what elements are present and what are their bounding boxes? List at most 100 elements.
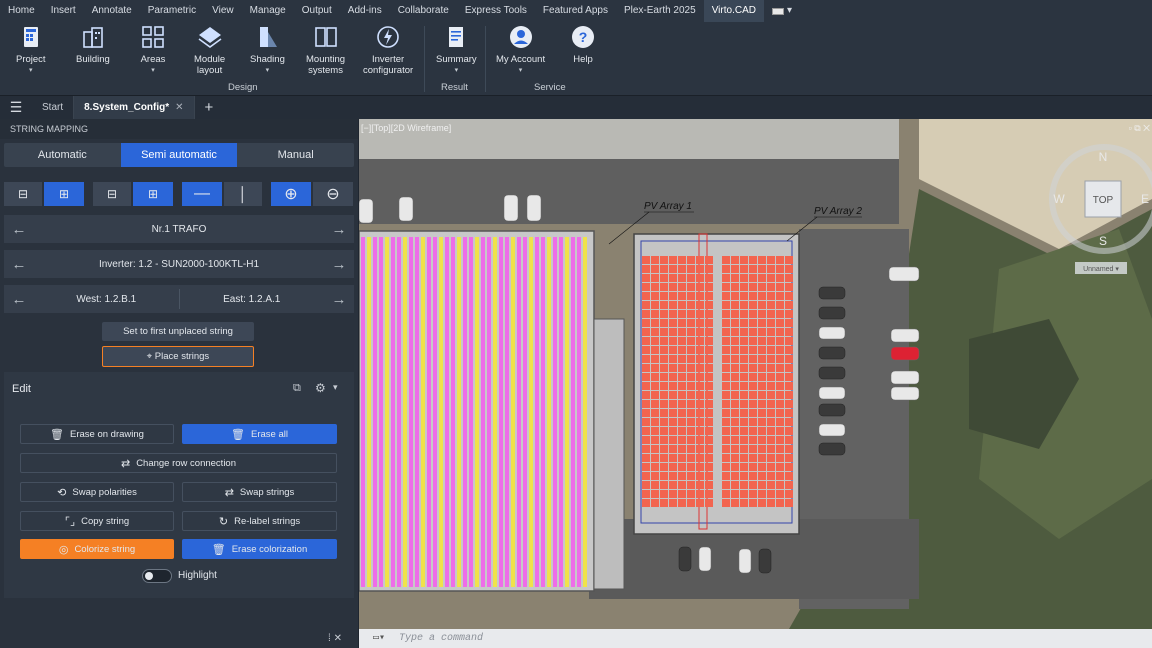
chevron-down-icon[interactable]: ▾ [333,382,338,393]
row-horizontal-right-icon[interactable]: ⊞ [44,182,84,206]
shading-button[interactable]: Shading ▾ [250,24,285,76]
command-input[interactable]: Type a command [399,633,483,644]
pv-module [678,400,686,408]
pv-module [696,382,704,390]
pv-module [785,283,793,291]
language-selector[interactable]: ▾ [764,0,800,22]
mode-semi-automatic[interactable]: Semi automatic [120,143,238,167]
close-icon[interactable]: ✕ [334,633,342,644]
pv-module [660,328,668,336]
pv-module-row [481,237,485,587]
mode-automatic[interactable]: Automatic [4,143,121,167]
menu-output[interactable]: Output [294,0,340,22]
viewport-label[interactable]: [−][Top][2D Wireframe] [361,123,451,133]
arrow-left-icon[interactable]: ← [4,256,34,273]
menu-view[interactable]: View [204,0,242,22]
inverter-configurator-button[interactable]: Inverter configurator [363,24,413,76]
pv-module [678,463,686,471]
arrow-left-icon[interactable]: ← [4,221,34,238]
menu-featured-apps[interactable]: Featured Apps [535,0,616,22]
pv-module [705,301,713,309]
row-vertical-left-icon[interactable]: ⊟ [93,182,131,206]
swap-arrows-icon: ⇄ [224,486,234,499]
arrow-left-icon[interactable]: ← [4,291,34,308]
arrow-right-icon[interactable]: → [324,291,354,308]
pv-module [731,337,739,345]
change-row-connection-button[interactable]: ⇄ Change row connection [20,453,337,473]
menu-annotate[interactable]: Annotate [84,0,140,22]
mode-manual[interactable]: Manual [237,143,354,167]
place-strings-button[interactable]: ⌖ Place strings [102,346,254,367]
module-layout-button[interactable]: Module layout [194,24,225,76]
highlight-toggle[interactable] [142,569,172,583]
project-label: Project [16,54,46,65]
pv-module [678,373,686,381]
pv-module [749,499,757,507]
zoom-out-icon[interactable]: ⊖ [313,182,353,206]
building-icon [83,27,103,48]
pv-module [705,481,713,489]
menu-express-tools[interactable]: Express Tools [457,0,535,22]
row-vertical-right-icon[interactable]: ⊞ [133,182,173,206]
arrow-right-icon[interactable]: → [324,221,354,238]
pv-array-1-label: PV Array 1 [644,201,692,212]
tab-start[interactable]: Start [32,96,75,119]
pv-module [678,265,686,273]
pv-module [669,463,677,471]
export-icon[interactable]: ⧉ [293,382,301,395]
drawing-viewport[interactable]: PV Array 1 PV Array 2 TOP N W E S Unname… [359,119,1152,629]
horizontal-line-icon[interactable]: — [182,182,222,206]
new-tab-icon[interactable]: + [195,99,224,116]
command-line[interactable]: ▭▾ Type a command [359,629,1152,648]
hamburger-menu-icon[interactable]: ☰ [0,99,32,116]
pv-module [758,418,766,426]
colorize-string-button[interactable]: ◎ Colorize string [20,539,174,559]
grip-icon[interactable]: ⁞ [328,633,331,644]
gear-icon[interactable]: ⚙ [315,381,326,395]
arrow-right-icon[interactable]: → [324,256,354,273]
highlight-label: Highlight [178,570,217,581]
ucs-selector[interactable]: Unnamed ▾ [1083,266,1119,273]
mounting-systems-button[interactable]: Mounting systems [306,24,345,76]
my-account-button[interactable]: My Account ▾ [496,24,545,76]
erase-all-button[interactable]: 🗑 Erase all [182,424,337,444]
pv-module [767,427,775,435]
tab-system-config[interactable]: 8.System_Config* ✕ [74,96,195,119]
pv-module [776,463,784,471]
set-first-unplaced-button[interactable]: Set to first unplaced string [102,322,254,341]
areas-button[interactable]: Areas ▾ [140,24,166,76]
close-icon[interactable]: ✕ [175,102,183,113]
zoom-in-icon[interactable]: ⊕ [271,182,311,206]
copy-string-button[interactable]: ⌜⌟ Copy string [20,511,174,531]
menu-plex-earth[interactable]: Plex-Earth 2025 [616,0,704,22]
pv-module [687,364,695,372]
pv-module [696,481,704,489]
pv-module [731,427,739,435]
help-button[interactable]: ? Help [570,24,596,65]
menu-home[interactable]: Home [0,0,43,22]
building-button[interactable]: Building [76,24,110,65]
row-horizontal-left-icon[interactable]: ⊟ [4,182,42,206]
pv-module [740,364,748,372]
menu-parametric[interactable]: Parametric [140,0,204,22]
pv-module-row [403,237,407,587]
viewcube-top[interactable]: TOP [1093,195,1114,206]
service-group-label: Service [534,82,566,93]
menu-manage[interactable]: Manage [242,0,294,22]
project-button[interactable]: Project ▾ [16,24,46,76]
menu-collaborate[interactable]: Collaborate [390,0,457,22]
swap-polarities-button[interactable]: ⟲ Swap polarities [20,482,174,502]
pv-module [696,472,704,480]
pv-module [740,454,748,462]
pv-module [687,391,695,399]
menu-insert[interactable]: Insert [43,0,84,22]
summary-button[interactable]: Summary ▾ [436,24,477,76]
erase-colorization-button[interactable]: 🗑 Erase colorization [182,539,337,559]
vertical-line-icon[interactable]: │ [224,182,262,206]
menu-addins[interactable]: Add-ins [340,0,390,22]
menu-virto-cad[interactable]: Virto.CAD [703,0,764,22]
erase-on-drawing-button[interactable]: 🗑 Erase on drawing [20,424,174,444]
swap-strings-button[interactable]: ⇄ Swap strings [182,482,337,502]
relabel-strings-button[interactable]: ↻ Re-label strings [182,511,337,531]
viewport-window-controls[interactable]: ▫ ⧉ ✕ [1129,123,1150,134]
